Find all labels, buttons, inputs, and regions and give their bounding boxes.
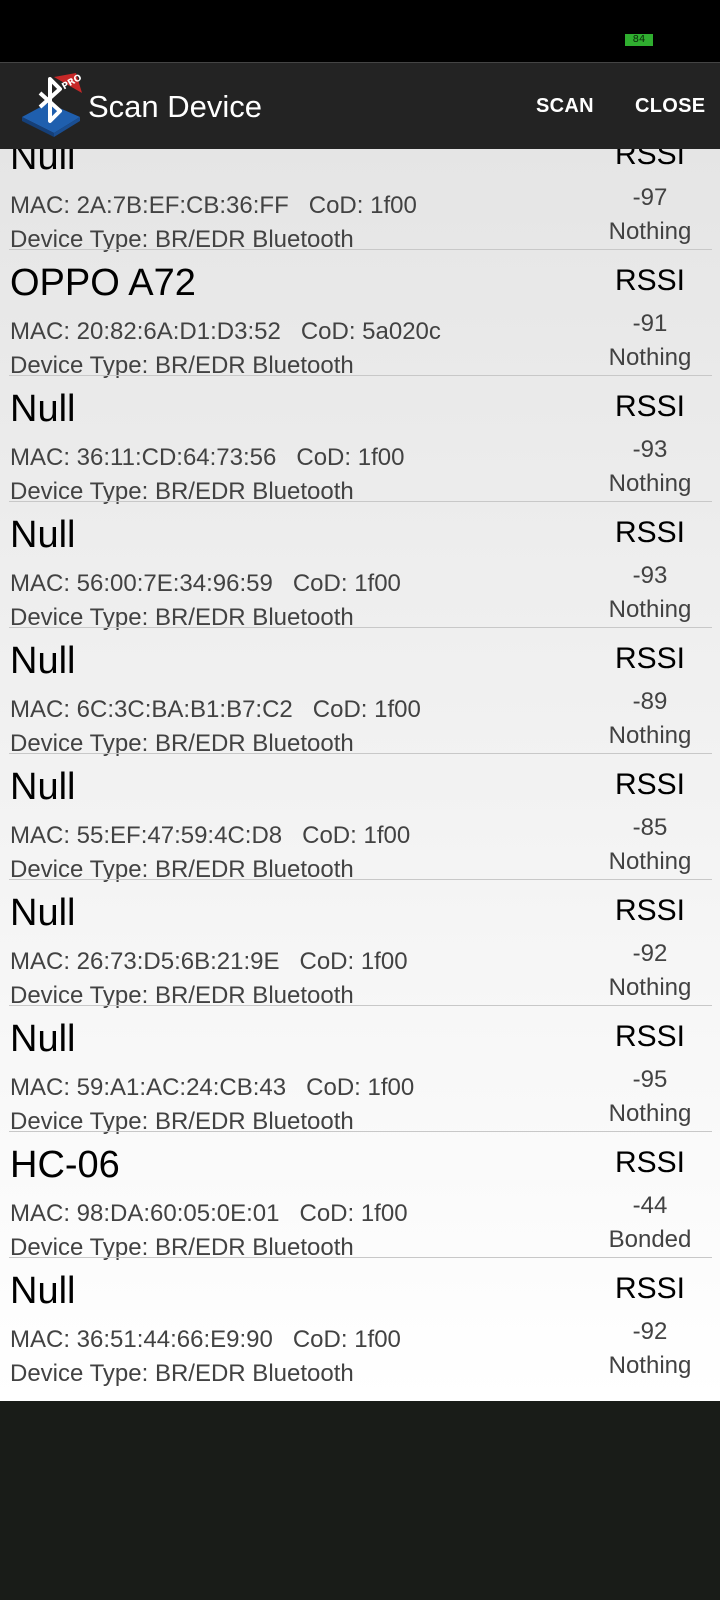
scan-button[interactable]: SCAN — [536, 63, 594, 150]
bond-state: Nothing — [608, 722, 692, 749]
rssi-label: RSSI — [614, 768, 686, 801]
device-row[interactable]: Null MAC: 55:EF:47:59:4C:D8 CoD: 1f00 De… — [0, 754, 720, 883]
rssi-label: RSSI — [614, 1272, 686, 1305]
device-type: Device Type: BR/EDR Bluetooth — [10, 1360, 354, 1387]
device-name: HC-06 — [10, 1144, 120, 1186]
device-mac: MAC: 20:82:6A:D1:D3:52 CoD: 5a020c — [10, 318, 441, 345]
bond-state: Bonded — [608, 1226, 692, 1253]
device-name: Null — [10, 1018, 76, 1060]
device-mac: MAC: 36:11:CD:64:73:56 CoD: 1f00 — [10, 444, 405, 471]
device-mac: MAC: 55:EF:47:59:4C:D8 CoD: 1f00 — [10, 822, 411, 849]
app-toolbar: PRO Scan Device SCAN CLOSE — [0, 62, 720, 149]
device-row[interactable]: Null MAC: 36:11:CD:64:73:56 CoD: 1f00 De… — [0, 376, 720, 505]
rssi-value: -85 — [632, 814, 668, 841]
rssi-value: -92 — [632, 940, 668, 967]
device-row[interactable]: Null MAC: 6C:3C:BA:B1:B7:C2 CoD: 1f00 De… — [0, 628, 720, 757]
bond-state: Nothing — [608, 1100, 692, 1127]
rssi-value: -91 — [632, 310, 668, 337]
bond-state: Nothing — [608, 848, 692, 875]
device-mac: MAC: 2A:7B:EF:CB:36:FF CoD: 1f00 — [10, 192, 417, 219]
battery-icon: 84 — [625, 34, 653, 46]
bond-state: Nothing — [608, 344, 692, 371]
device-mac: MAC: 6C:3C:BA:B1:B7:C2 CoD: 1f00 — [10, 696, 421, 723]
rssi-label: RSSI — [614, 516, 686, 549]
device-row[interactable]: Null MAC: 59:A1:AC:24:CB:43 CoD: 1f00 De… — [0, 1006, 720, 1135]
device-mac: MAC: 26:73:D5:6B:21:9E CoD: 1f00 — [10, 948, 408, 975]
rssi-value: -93 — [632, 562, 668, 589]
bond-state: Nothing — [608, 596, 692, 623]
device-list[interactable]: Null MAC: 2A:7B:EF:CB:36:FF CoD: 1f00 De… — [0, 149, 720, 1401]
device-name: Null — [10, 640, 76, 682]
device-row[interactable]: Null MAC: 2A:7B:EF:CB:36:FF CoD: 1f00 De… — [0, 149, 720, 253]
device-row[interactable]: Null MAC: 36:51:44:66:E9:90 CoD: 1f00 De… — [0, 1258, 720, 1387]
rssi-label: RSSI — [614, 390, 686, 423]
device-name: Null — [10, 149, 76, 178]
device-name: OPPO A72 — [10, 262, 196, 304]
device-name: Null — [10, 1270, 76, 1312]
device-row[interactable]: Null MAC: 56:00:7E:34:96:59 CoD: 1f00 De… — [0, 502, 720, 631]
device-mac: MAC: 36:51:44:66:E9:90 CoD: 1f00 — [10, 1326, 401, 1353]
bond-state: Nothing — [608, 1352, 692, 1379]
rssi-label: RSSI — [614, 1020, 686, 1053]
device-mac: MAC: 98:DA:60:05:0E:01 CoD: 1f00 — [10, 1200, 408, 1227]
bluetooth-pro-icon: PRO — [22, 73, 84, 137]
device-name: Null — [10, 892, 76, 934]
rssi-value: -97 — [632, 184, 668, 211]
device-mac: MAC: 56:00:7E:34:96:59 CoD: 1f00 — [10, 570, 401, 597]
rssi-label: RSSI — [614, 149, 686, 171]
bond-state: Nothing — [608, 218, 692, 245]
rssi-label: RSSI — [614, 894, 686, 927]
device-row[interactable]: HC-06 MAC: 98:DA:60:05:0E:01 CoD: 1f00 D… — [0, 1132, 720, 1261]
rssi-value: -44 — [632, 1192, 668, 1219]
status-bar: 84 — [0, 0, 720, 62]
app-title: Scan Device — [88, 89, 263, 124]
bond-state: Nothing — [608, 974, 692, 1001]
rssi-label: RSSI — [614, 1146, 686, 1179]
device-mac: MAC: 59:A1:AC:24:CB:43 CoD: 1f00 — [10, 1074, 415, 1101]
rssi-value: -93 — [632, 436, 668, 463]
close-button[interactable]: CLOSE — [635, 63, 705, 150]
bond-state: Nothing — [608, 470, 692, 497]
rssi-value: -92 — [632, 1318, 668, 1345]
device-name: Null — [10, 388, 76, 430]
device-row[interactable]: OPPO A72 MAC: 20:82:6A:D1:D3:52 CoD: 5a0… — [0, 250, 720, 379]
rssi-value: -95 — [632, 1066, 668, 1093]
rssi-label: RSSI — [614, 642, 686, 675]
device-name: Null — [10, 514, 76, 556]
device-row[interactable]: Null MAC: 26:73:D5:6B:21:9E CoD: 1f00 De… — [0, 880, 720, 1009]
rssi-value: -89 — [632, 688, 668, 715]
rssi-label: RSSI — [614, 264, 686, 297]
device-name: Null — [10, 766, 76, 808]
